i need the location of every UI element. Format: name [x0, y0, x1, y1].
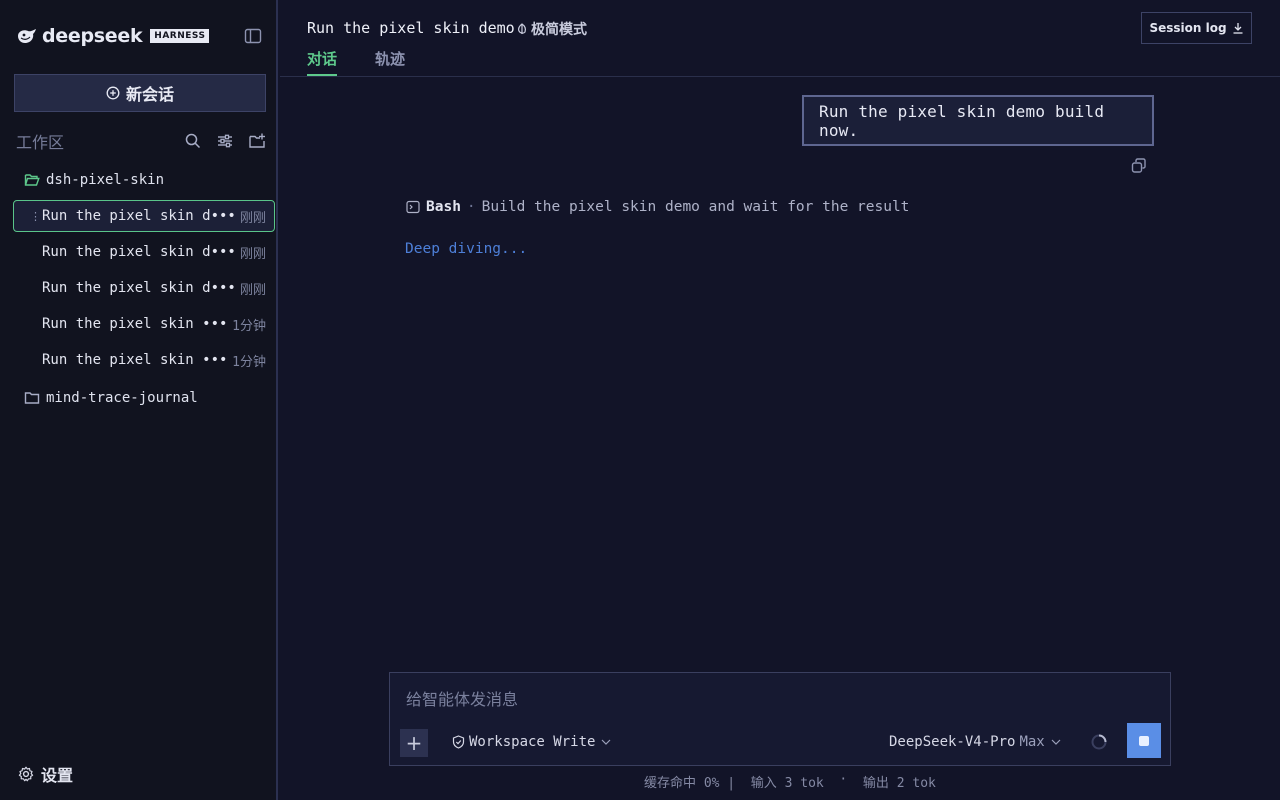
- folder-name: dsh-pixel-skin: [46, 172, 165, 188]
- model-level: Max: [1019, 734, 1045, 750]
- session-time: 刚刚: [239, 282, 266, 298]
- main-panel: Run the pixel skin demo 极简模式 对话 轨迹 Sessi…: [280, 0, 1280, 800]
- session-title: Run the pixel skin d•••: [42, 280, 236, 296]
- tool-description: Build the pixel skin demo and wait for t…: [481, 199, 910, 215]
- stop-button[interactable]: [1127, 723, 1161, 758]
- model-name: DeepSeek-V4-Pro: [889, 734, 1016, 750]
- gear-icon: [18, 766, 34, 782]
- brand-name: deepseek: [42, 25, 143, 47]
- settings-button[interactable]: 设置: [18, 762, 73, 786]
- tab-trace[interactable]: 轨迹: [375, 48, 405, 76]
- workspace-title: 工作区: [16, 133, 65, 152]
- session-time: 1分钟: [232, 318, 266, 334]
- brand-badge: HARNESS: [150, 29, 210, 43]
- folder-open-icon: [24, 174, 40, 186]
- session-time: 刚刚: [239, 210, 266, 226]
- download-icon: [1233, 23, 1243, 34]
- user-message: Run the pixel skin demo build now.: [802, 95, 1154, 146]
- folder-name: mind-trace-journal: [46, 390, 198, 406]
- session-time: 刚刚: [239, 246, 266, 262]
- new-chat-label: 新会话: [125, 85, 174, 104]
- stop-icon: [1139, 735, 1149, 746]
- session-log-button[interactable]: Session log: [1141, 12, 1252, 44]
- session-item[interactable]: Run the pixel skin d••• 刚刚: [13, 236, 275, 268]
- cache-hit: 缓存命中 0% |: [644, 776, 743, 791]
- topbar: Run the pixel skin demo 极简模式 对话 轨迹 Sessi…: [280, 0, 1280, 77]
- app-window: deepseek HARNESS 新会话 工作区 dsh-pixel-skin …: [0, 0, 1280, 800]
- drag-handle-icon[interactable]: ⋮: [30, 210, 41, 223]
- folder-icon: [24, 392, 40, 404]
- composer: + Workspace Write DeepSeek-V4-Pro Max: [389, 672, 1171, 766]
- stats-separator: ·: [831, 772, 856, 787]
- terminal-icon: [406, 200, 420, 214]
- session-title: Run the pixel skin d•••: [42, 244, 236, 260]
- output-tokens: 输出 2 tok: [855, 776, 936, 791]
- message-input[interactable]: [406, 687, 1146, 711]
- session-title: Run the pixel skin d•••: [42, 208, 236, 224]
- session-item[interactable]: ⋮ Run the pixel skin d••• 刚刚: [13, 200, 275, 232]
- shield-icon: [452, 735, 465, 749]
- filter-icon[interactable]: [216, 132, 234, 150]
- permission-selector[interactable]: Workspace Write: [452, 734, 615, 750]
- loading-spinner-icon: [1090, 733, 1108, 751]
- session-time: 1分钟: [232, 354, 266, 370]
- tool-call[interactable]: Bash · Build the pixel skin demo and wai…: [406, 199, 909, 215]
- tool-separator: ·: [466, 199, 476, 215]
- plus-icon: +: [405, 731, 423, 755]
- page-title: Run the pixel skin demo: [307, 19, 515, 37]
- add-attachment-button[interactable]: +: [400, 729, 428, 757]
- session-item[interactable]: Run the pixel skin ••• 1分钟: [13, 308, 275, 340]
- session-log-label: Session log: [1149, 21, 1227, 35]
- folder-dsh-pixel-skin[interactable]: dsh-pixel-skin: [24, 170, 164, 190]
- whale-logo-icon: [18, 29, 36, 43]
- new-chat-button[interactable]: 新会话: [14, 74, 266, 112]
- model-selector[interactable]: DeepSeek-V4-Pro Max: [889, 734, 1061, 750]
- sidebar: deepseek HARNESS 新会话 工作区 dsh-pixel-skin …: [0, 0, 278, 800]
- search-icon[interactable]: [184, 132, 202, 150]
- thinking-status: Deep diving...: [405, 241, 528, 257]
- brand: deepseek HARNESS: [16, 25, 210, 47]
- tool-name: Bash: [426, 199, 461, 215]
- leaf-icon: [518, 23, 526, 34]
- mode-label: 极简模式: [531, 22, 587, 38]
- session-title: Run the pixel skin •••: [42, 352, 228, 368]
- settings-label: 设置: [41, 766, 74, 785]
- session-item[interactable]: Run the pixel skin ••• 1分钟: [13, 344, 275, 376]
- copy-icon[interactable]: [1130, 157, 1148, 175]
- new-folder-icon[interactable]: [248, 132, 266, 150]
- tab-conversation[interactable]: 对话: [307, 48, 338, 76]
- chevron-down-icon: [1051, 739, 1061, 745]
- permission-label: Workspace Write: [469, 734, 596, 750]
- token-stats: 缓存命中 0% | 输入 3 tok · 输出 2 tok: [644, 772, 936, 791]
- chevron-down-icon: [602, 739, 611, 745]
- folder-mind-trace-journal[interactable]: mind-trace-journal: [24, 388, 198, 408]
- input-tokens: 输入 3 tok: [742, 776, 832, 791]
- session-title: Run the pixel skin •••: [42, 316, 228, 332]
- workspace-tools: [184, 132, 266, 150]
- workspace-header: 工作区: [16, 130, 266, 152]
- user-message-text: Run the pixel skin demo build now.: [819, 101, 1105, 140]
- session-item[interactable]: Run the pixel skin d••• 刚刚: [13, 272, 275, 304]
- minimal-mode-toggle[interactable]: 极简模式: [516, 19, 587, 39]
- sidebar-toggle-icon[interactable]: [244, 27, 262, 45]
- plus-circle-icon: [106, 86, 120, 100]
